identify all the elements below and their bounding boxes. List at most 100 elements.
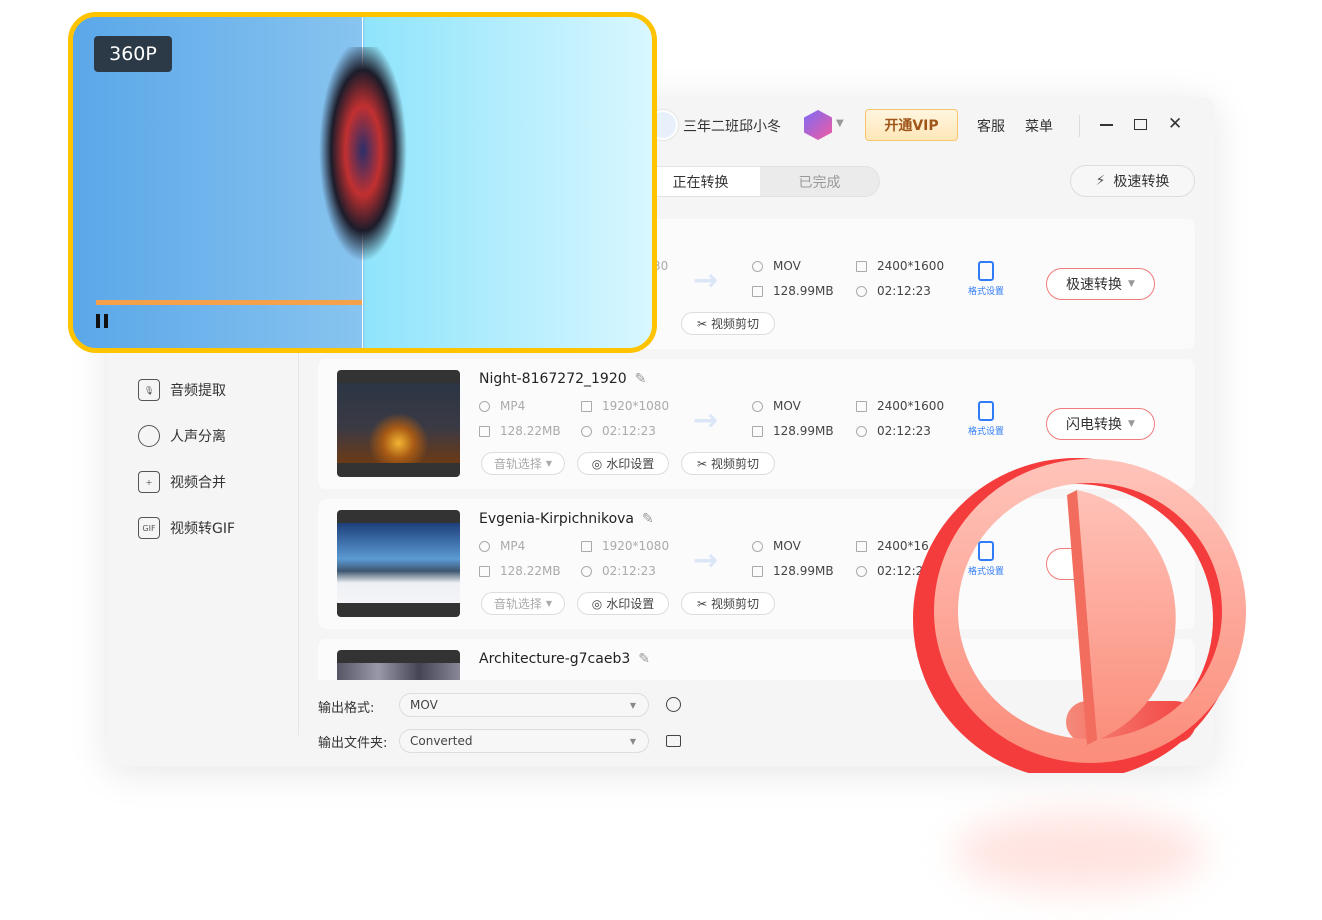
output-resolution: 2400*1600 [856,259,944,273]
loading-spinner-icon [913,458,1246,773]
video-thumbnail[interactable] [337,370,460,477]
output-size: 128.99MB [773,424,834,438]
output-format-select[interactable]: MOV ▼ [399,693,649,717]
format-icon [752,400,763,412]
scissors-icon: ✂ [696,316,708,331]
motocross-rider-image [313,47,413,277]
output-resolution: 2400*1600 [877,399,945,413]
file-icon [752,285,763,297]
chevron-down-icon: ▼ [629,700,636,710]
vip-button[interactable]: 开通VIP [865,109,958,141]
chevron-down-icon: ▼ [1128,419,1135,429]
audio-track-select[interactable]: 音轨选择 ▼ [481,452,565,475]
format-icon [752,260,763,272]
input-format: MP4 [500,399,526,413]
chevron-down-icon: ▼ [545,599,553,608]
convert-mode-button[interactable]: 闪电转换 ▼ [1046,408,1155,440]
button-label: 极速转换 [1113,174,1170,190]
watermark-button[interactable]: ◎ 水印设置 [577,452,669,475]
file-name: Evgenia-Kirpichnikova ✎ [479,511,654,527]
tab-completed[interactable]: 已完成 [760,167,879,196]
sidebar-item-voice-separate[interactable]: 人声分离 [138,425,226,447]
output-format: MOV [752,259,801,273]
video-thumbnail[interactable] [337,650,460,680]
divider [1079,115,1080,137]
tab-converting[interactable]: 正在转换 [641,167,760,196]
watermark-button[interactable]: ◎ 水印设置 [577,592,669,615]
output-format: MOV [773,399,801,413]
sidebar-item-video-gif[interactable]: GIF 视频转GIF [138,517,235,539]
sidebar-item-label: 视频合并 [170,475,226,491]
edit-pencil-icon[interactable]: ✎ [638,651,650,667]
watermark-icon: ◎ [591,456,603,471]
watermark-icon: ◎ [591,596,603,611]
maximize-icon[interactable] [1134,119,1147,130]
clock-icon [856,285,867,297]
scissors-icon: ✂ [696,456,708,471]
settings-gear-icon[interactable] [666,697,681,712]
output-folder-label: 输出文件夹: [318,736,388,751]
merge-icon: + [138,471,160,493]
clock-icon [581,565,592,577]
username[interactable]: 三年二班邱小冬 [683,116,781,136]
folder-icon[interactable] [666,735,681,747]
progress-fill [96,300,362,305]
resolution-icon [856,540,867,552]
video-preview[interactable]: 360P [68,12,657,353]
gif-icon: GIF [138,517,160,539]
chevron-down-icon[interactable]: ▼ [836,118,844,129]
output-size: 128.99MB [773,564,834,578]
glow-shadow [955,812,1205,892]
fast-convert-all-button[interactable]: ⚡ 极速转换 [1070,165,1195,197]
file-icon [479,565,490,577]
clock-icon [856,425,867,437]
sidebar-item-audio-extract[interactable]: 🎙 音频提取 [138,379,226,401]
chevron-down-icon: ▼ [1128,279,1135,289]
file-icon [479,425,490,437]
close-icon[interactable]: ✕ [1168,114,1182,134]
format-icon [752,540,763,552]
format-settings-icon [978,261,994,281]
file-name: Architecture-g7caeb3 ✎ [479,651,650,667]
minimize-icon[interactable] [1100,124,1113,126]
video-thumbnail[interactable] [337,510,460,617]
trim-button[interactable]: ✂ 视频剪切 [681,592,775,615]
chevron-down-icon: ▼ [629,736,636,746]
sidebar-item-label: 音频提取 [170,383,226,399]
sidebar-divider [298,340,299,735]
trim-button[interactable]: ✂ 视频剪切 [681,312,775,335]
output-size: 128.99MB [752,284,834,298]
arrow-right-icon: → [693,543,719,578]
trim-button[interactable]: ✂ 视频剪切 [681,452,775,475]
file-name: Night-8167272_1920 ✎ [479,371,647,387]
edit-pencil-icon[interactable]: ✎ [642,511,654,527]
service-button[interactable]: 客服 [977,116,1005,136]
input-duration: 02:12:23 [602,564,656,578]
progress-track[interactable] [96,300,362,305]
file-icon [752,565,763,577]
microphone-icon: 🎙 [138,379,160,401]
output-duration: 02:12:23 [877,424,931,438]
tab-bar: 正在转换 已完成 [640,166,880,197]
voice-separate-icon [138,425,160,447]
clock-icon [856,565,867,577]
input-size: 128.22MB [500,424,561,438]
input-size: 128.22MB [500,564,561,578]
sidebar-item-video-merge[interactable]: + 视频合并 [138,471,226,493]
format-settings-button[interactable]: 格式设置 [966,401,1006,437]
sidebar-item-label: 视频转GIF [170,521,236,537]
output-folder-select[interactable]: Converted ▼ [399,729,649,753]
audio-track-select[interactable]: 音轨选择 ▼ [481,592,565,615]
menu-button[interactable]: 菜单 [1025,116,1053,136]
resolution-icon [581,400,592,412]
convert-mode-button[interactable]: 极速转换 ▼ [1046,268,1155,300]
pause-icon[interactable] [96,314,108,328]
format-settings-button[interactable]: 格式设置 [966,261,1006,297]
resolution-icon [856,260,867,272]
scissors-icon: ✂ [696,596,708,611]
format-icon [479,400,490,412]
format-settings-icon [978,401,994,421]
resolution-icon [581,540,592,552]
edit-pencil-icon[interactable]: ✎ [635,371,647,387]
clock-icon [581,425,592,437]
